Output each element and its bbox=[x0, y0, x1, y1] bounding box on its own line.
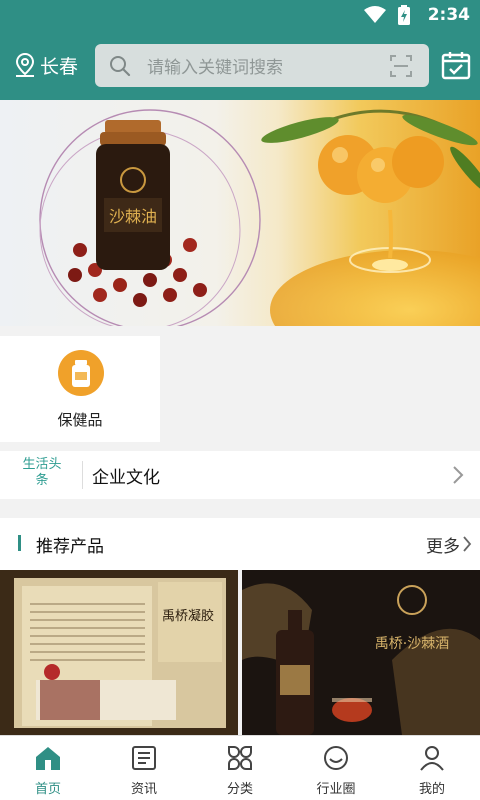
bottle-icon bbox=[58, 350, 104, 396]
news-icon bbox=[132, 746, 156, 770]
city-selector[interactable]: 长春 bbox=[14, 51, 78, 79]
banner-illustration: 沙棘油 bbox=[39, 109, 480, 326]
home-icon bbox=[36, 747, 60, 770]
nav-profile[interactable]: 我的 bbox=[384, 736, 480, 800]
product-card[interactable]: 禹桥·沙棘酒 bbox=[242, 570, 480, 735]
category-health-products[interactable]: 保健品 bbox=[0, 336, 160, 442]
nav-label: 资讯 bbox=[130, 782, 157, 797]
nav-industry-circle[interactable]: 行业圈 bbox=[288, 736, 384, 800]
section-title: 推荐产品 bbox=[36, 537, 104, 557]
circle-icon bbox=[324, 746, 348, 770]
nav-label: 分类 bbox=[226, 782, 253, 797]
category-label: 保健品 bbox=[57, 411, 103, 429]
status-bar: 2:34 bbox=[0, 0, 480, 32]
search-placeholder: 请输入关键词搜索 bbox=[147, 58, 283, 78]
category-row: 保健品 bbox=[0, 336, 480, 442]
app-screen: 2:34 长春 请输入关键词搜索 沙棘油 保健品 生活头条 企业文化 推荐产品 … bbox=[0, 0, 480, 800]
search-icon bbox=[110, 55, 131, 76]
city-label: 长春 bbox=[40, 55, 79, 78]
headline-tag: 生活头条 bbox=[22, 457, 62, 488]
category-icon bbox=[228, 746, 252, 770]
nav-label: 首页 bbox=[34, 782, 61, 797]
top-bar: 2:34 长春 请输入关键词搜索 bbox=[0, 0, 480, 100]
battery-icon bbox=[398, 5, 410, 25]
product-name: 禹桥凝胶 bbox=[162, 608, 214, 624]
product-image: 禹桥·沙棘酒 bbox=[242, 570, 480, 735]
headline-text: 企业文化 bbox=[92, 468, 160, 488]
calendar-check-icon[interactable] bbox=[441, 50, 471, 80]
search-bar[interactable]: 请输入关键词搜索 bbox=[95, 44, 429, 87]
profile-icon bbox=[420, 746, 444, 771]
nav-category[interactable]: 分类 bbox=[192, 736, 288, 800]
product-image: 禹桥凝胶 bbox=[0, 570, 238, 735]
news-headline-row[interactable]: 生活头条 企业文化 bbox=[0, 451, 480, 499]
nav-home[interactable]: 首页 bbox=[0, 736, 96, 800]
chevron-right-icon[interactable] bbox=[462, 535, 472, 553]
scan-icon[interactable] bbox=[389, 54, 413, 78]
status-time: 2:34 bbox=[427, 5, 470, 25]
nav-news[interactable]: 资讯 bbox=[96, 736, 192, 800]
bottle-label: 沙棘油 bbox=[109, 207, 157, 226]
location-pin-icon bbox=[15, 52, 35, 77]
bottom-navigation: 首页 资讯 分类 行业圈 我的 bbox=[0, 735, 480, 800]
nav-label: 行业圈 bbox=[316, 782, 356, 797]
nav-label: 我的 bbox=[418, 782, 445, 797]
product-name: 禹桥·沙棘酒 bbox=[375, 636, 449, 652]
chevron-right-icon bbox=[453, 466, 464, 484]
divider bbox=[82, 461, 83, 489]
recommended-header: 推荐产品 更多 bbox=[0, 518, 480, 570]
section-indicator bbox=[18, 535, 21, 551]
more-link[interactable]: 更多 bbox=[426, 532, 460, 557]
wifi-icon bbox=[364, 6, 386, 23]
promo-banner[interactable]: 沙棘油 bbox=[0, 100, 480, 326]
product-card[interactable]: 禹桥凝胶 bbox=[0, 570, 238, 735]
